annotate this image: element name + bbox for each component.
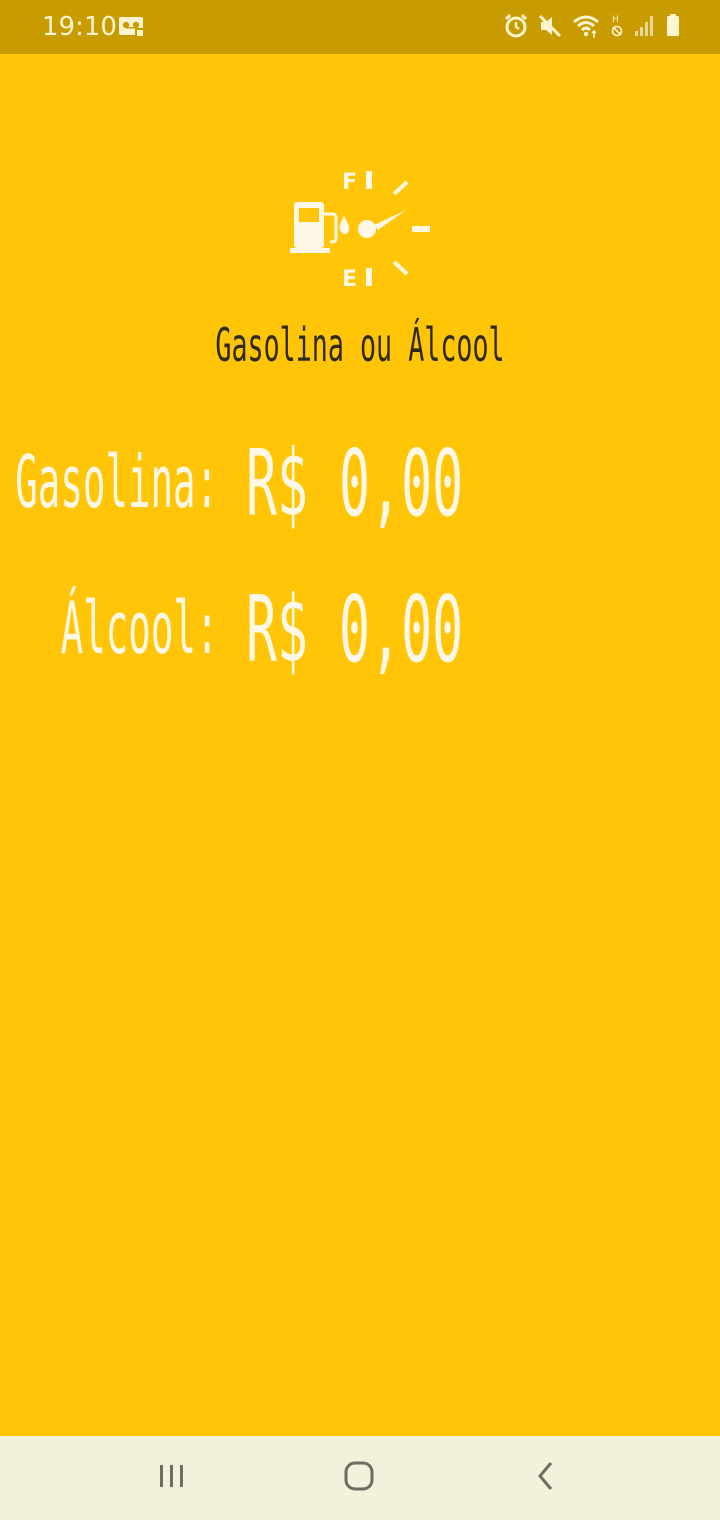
alcohol-price-value: R$ 0,00 <box>246 576 464 683</box>
cellular-signal-icon <box>634 13 656 39</box>
home-button[interactable] <box>299 1436 419 1520</box>
status-icons: H <box>504 13 680 39</box>
gasoline-label: Gasolina: <box>15 440 218 524</box>
fuel-gauge-icon: F E <box>288 168 434 292</box>
mute-icon <box>538 13 562 39</box>
status-bar: 19:10 H <box>0 0 720 54</box>
voicemail-icon <box>118 16 146 43</box>
gauge-empty-mark: E <box>342 267 357 290</box>
status-time: 19:10 <box>42 12 117 42</box>
app-screen: F E Gasolina ou Álcool Gasolina: R$ 0,00… <box>0 54 720 1436</box>
wifi-icon <box>572 13 600 39</box>
svg-text:H: H <box>612 15 619 25</box>
navigation-bar <box>0 1436 720 1520</box>
gasoline-price-row: Gasolina: R$ 0,00 <box>0 430 720 537</box>
hd-signal-icon: H <box>610 13 624 39</box>
gasoline-price-value: R$ 0,00 <box>246 430 464 537</box>
back-icon <box>534 1460 558 1497</box>
app-title: Gasolina ou Álcool <box>215 318 505 372</box>
alarm-icon <box>504 13 528 39</box>
recents-icon <box>157 1462 187 1495</box>
back-button[interactable] <box>486 1436 606 1520</box>
alcohol-price-row: Álcool: R$ 0,00 <box>0 576 720 683</box>
alcohol-label: Álcool: <box>60 586 218 670</box>
home-icon <box>343 1460 375 1497</box>
gauge-full-mark: F <box>342 170 357 195</box>
recents-button[interactable] <box>112 1436 232 1520</box>
battery-icon <box>666 13 680 39</box>
